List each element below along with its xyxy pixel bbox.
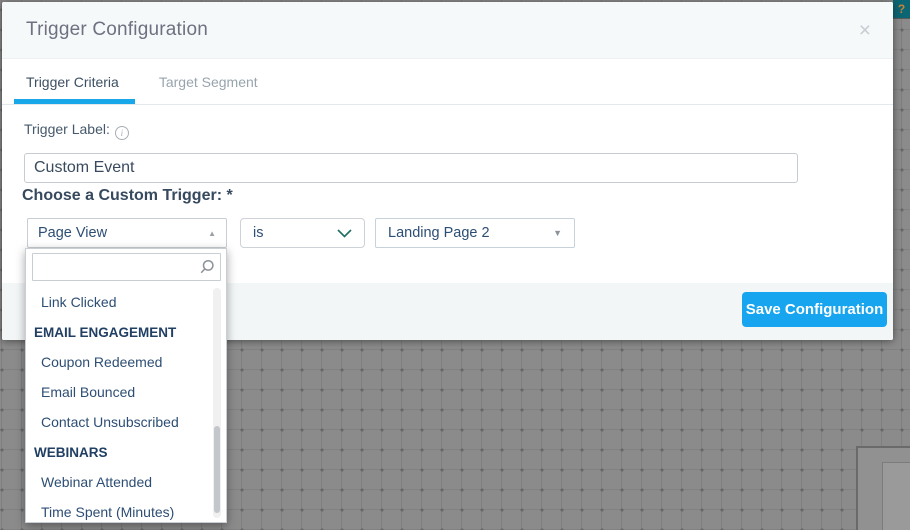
dropdown-option[interactable]: Time Spent (Minutes) xyxy=(26,497,226,527)
active-tab-underline xyxy=(14,99,135,104)
modal-title: Trigger Configuration xyxy=(26,19,208,40)
tab-trigger-criteria[interactable]: Trigger Criteria xyxy=(14,59,135,104)
dropdown-group-header: WEBINARS xyxy=(34,444,108,460)
dropdown-option[interactable]: Email Bounced xyxy=(26,377,226,407)
help-icon: ? xyxy=(897,2,906,16)
dropdown-scrollbar-track[interactable] xyxy=(213,288,221,518)
caret-up-icon: ▲ xyxy=(208,228,216,238)
trigger-label-label: Trigger Label: i xyxy=(24,121,129,140)
trigger-type-select[interactable]: Page View ▲ xyxy=(27,218,227,248)
search-icon xyxy=(200,259,214,274)
trigger-type-value: Page View xyxy=(38,225,108,241)
custom-trigger-label: Choose a Custom Trigger: * xyxy=(22,187,233,204)
save-configuration-button[interactable]: Save Configuration xyxy=(742,292,887,327)
close-icon[interactable]: × xyxy=(859,20,871,41)
trigger-options-list: Link Clicked EMAIL ENGAGEMENT Coupon Red… xyxy=(26,287,226,527)
dropdown-option[interactable]: Contact Unsubscribed xyxy=(26,407,226,437)
tab-target-segment[interactable]: Target Segment xyxy=(157,59,260,104)
chevron-down-icon xyxy=(337,228,352,238)
info-icon[interactable]: i xyxy=(114,126,129,140)
caret-down-icon: ▼ xyxy=(553,228,562,238)
tab-bar: Trigger Criteria Target Segment xyxy=(2,59,893,105)
trigger-type-dropdown: Link Clicked EMAIL ENGAGEMENT Coupon Red… xyxy=(25,248,227,523)
dropdown-search-input[interactable] xyxy=(32,253,221,281)
trigger-label-input[interactable] xyxy=(24,153,798,183)
background-panel-inner xyxy=(882,462,910,530)
dropdown-scrollbar-thumb[interactable] xyxy=(214,426,220,513)
dropdown-group-header: EMAIL ENGAGEMENT xyxy=(34,324,177,340)
operator-select[interactable]: is xyxy=(240,218,365,248)
background-panel xyxy=(856,446,910,530)
target-page-select[interactable]: Landing Page 2 ▼ xyxy=(375,218,575,248)
dropdown-option[interactable]: Webinar Attended xyxy=(26,467,226,497)
modal-header: Trigger Configuration × xyxy=(2,2,893,59)
dropdown-option[interactable]: Link Clicked xyxy=(26,287,226,317)
dropdown-search xyxy=(32,253,221,281)
operator-value: is xyxy=(253,225,264,241)
target-page-value: Landing Page 2 xyxy=(388,225,490,241)
help-tab[interactable]: ? xyxy=(893,0,910,19)
canvas-background: ? Trigger Configuration × Trigger Criter… xyxy=(0,0,910,530)
dropdown-option[interactable]: Coupon Redeemed xyxy=(26,347,226,377)
